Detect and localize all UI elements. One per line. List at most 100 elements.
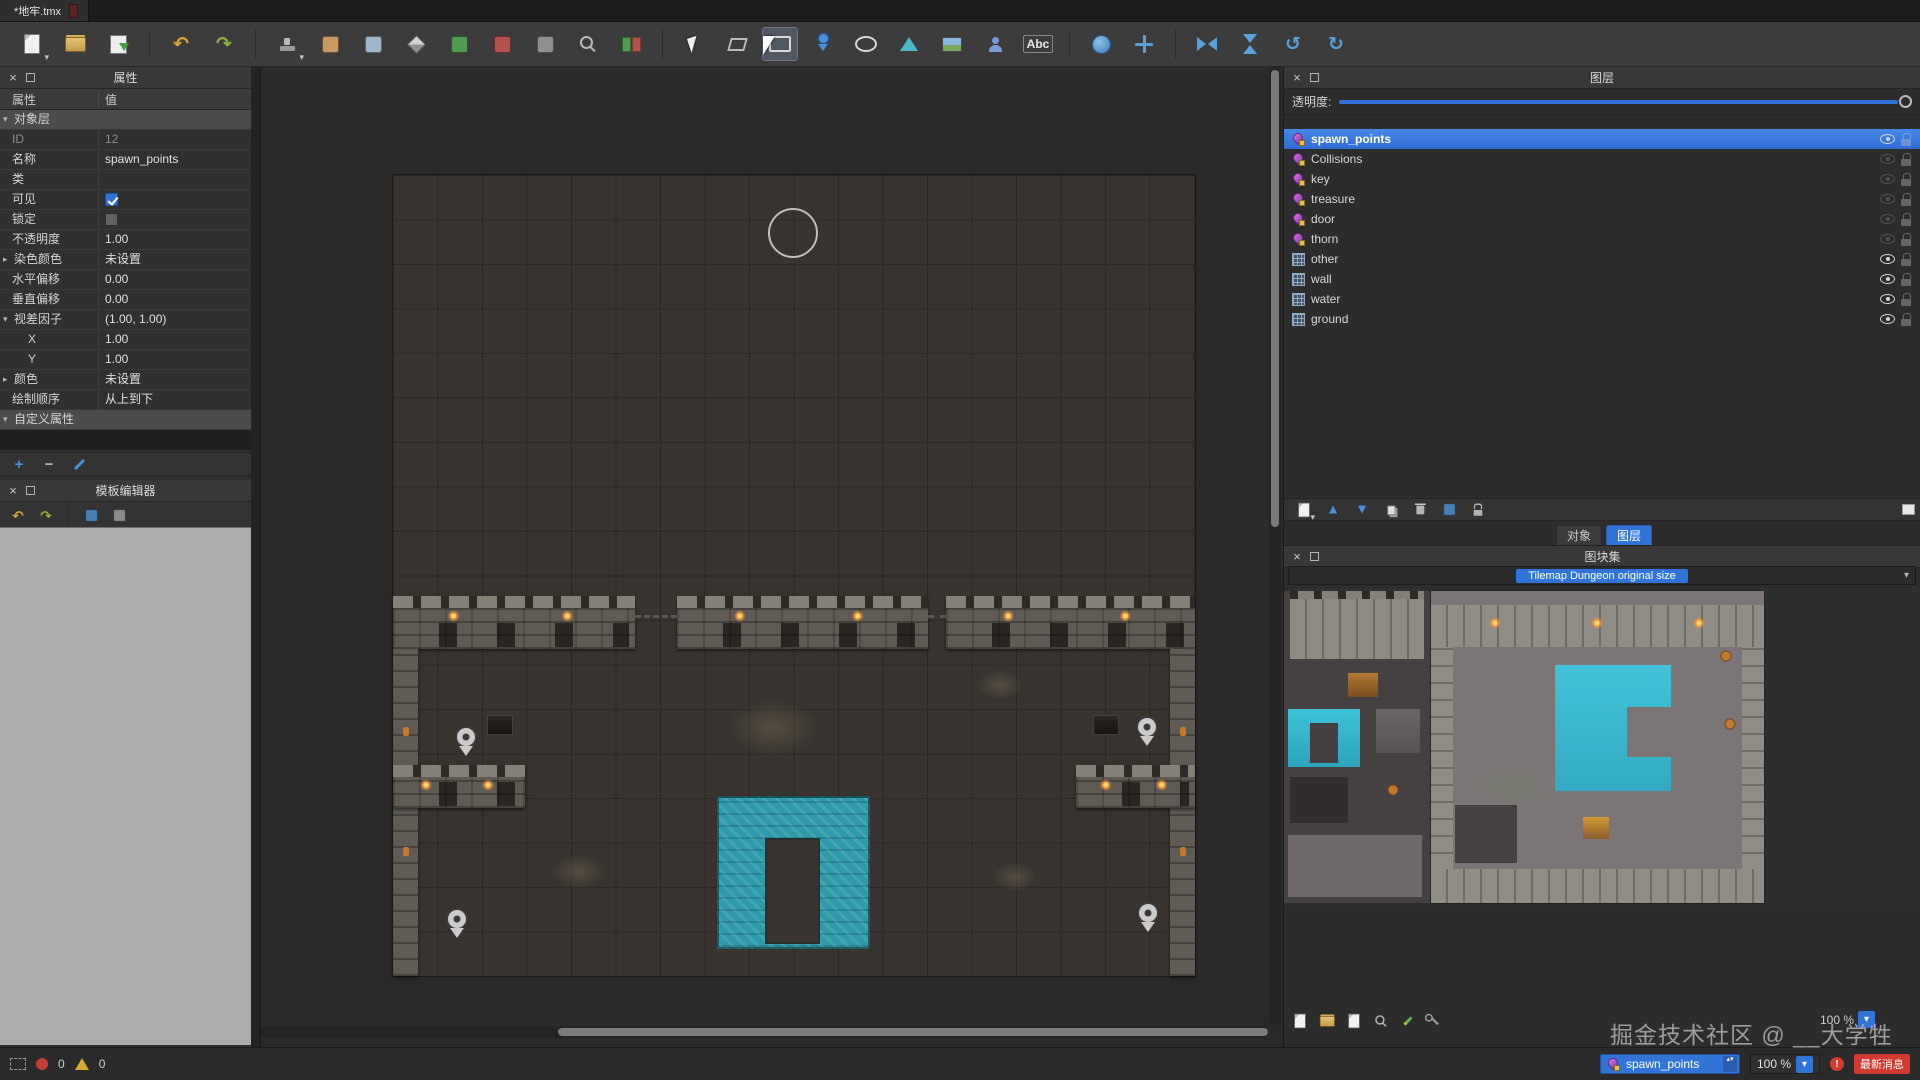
layer-row-treasure[interactable]: treasure bbox=[1284, 189, 1920, 209]
checkbox-checked[interactable] bbox=[105, 193, 118, 206]
expander-icon[interactable]: ▸ bbox=[3, 250, 14, 269]
float-panel-icon[interactable] bbox=[1310, 73, 1319, 82]
insert-template-tool[interactable] bbox=[977, 27, 1013, 61]
visibility-eye-icon[interactable] bbox=[1880, 314, 1895, 324]
insert-point-tool[interactable] bbox=[805, 27, 841, 61]
rotate-left-button[interactable]: ↺ bbox=[1275, 27, 1311, 61]
lock-icon[interactable] bbox=[1901, 153, 1911, 166]
tileset-preview-image-right[interactable] bbox=[1431, 591, 1764, 903]
terrain-fill-tool[interactable] bbox=[613, 27, 649, 61]
visibility-eye-icon[interactable] bbox=[1880, 214, 1895, 224]
opacity-slider-knob[interactable] bbox=[1899, 95, 1912, 108]
edit-polygons-tool[interactable] bbox=[719, 27, 755, 61]
float-panel-icon[interactable] bbox=[1310, 552, 1319, 561]
flip-horizontal-button[interactable] bbox=[1189, 27, 1225, 61]
bucket-fill-tool[interactable] bbox=[355, 27, 391, 61]
float-panel-icon[interactable] bbox=[26, 73, 35, 82]
tileset-select[interactable]: Tilemap Dungeon original size ▾ bbox=[1288, 566, 1916, 585]
property-value[interactable]: (1.00, 1.00) bbox=[99, 310, 251, 329]
lock-icon[interactable] bbox=[1901, 133, 1911, 146]
spawn-point-marker[interactable] bbox=[446, 908, 468, 930]
canvas-zoom-control[interactable]: 100 % ▾ bbox=[1750, 1054, 1820, 1074]
add-layer-button[interactable]: ▾ bbox=[1292, 499, 1316, 521]
ellipse-object[interactable] bbox=[768, 208, 818, 258]
remove-layer-button[interactable] bbox=[1408, 499, 1432, 521]
expander-icon[interactable]: ▸ bbox=[3, 370, 14, 389]
shape-fill-tool[interactable] bbox=[398, 27, 434, 61]
lower-layer-button[interactable]: ▼ bbox=[1350, 499, 1374, 521]
layer-row-ground[interactable]: ground bbox=[1284, 309, 1920, 329]
property-row[interactable]: ▾自定义属性 bbox=[0, 410, 251, 430]
expander-icon[interactable]: ▾ bbox=[3, 410, 14, 429]
select-same-tile-tool[interactable] bbox=[570, 27, 606, 61]
spawn-point-marker[interactable] bbox=[1137, 902, 1159, 924]
close-panel-icon[interactable]: × bbox=[6, 71, 20, 85]
visibility-eye-icon[interactable] bbox=[1880, 254, 1895, 264]
spawn-point-marker[interactable] bbox=[1136, 716, 1158, 738]
visibility-eye-icon[interactable] bbox=[1880, 274, 1895, 284]
highlight-layer-button[interactable] bbox=[1437, 499, 1461, 521]
eraser-tool[interactable] bbox=[441, 27, 477, 61]
tileset-properties-button[interactable] bbox=[1423, 1010, 1447, 1032]
tab-close-button[interactable] bbox=[69, 4, 78, 18]
template-redo-button[interactable]: ↷ bbox=[34, 505, 58, 527]
property-value[interactable]: 1.00 bbox=[99, 350, 251, 369]
opacity-slider[interactable] bbox=[1339, 94, 1912, 110]
magic-wand-tool[interactable] bbox=[527, 27, 563, 61]
lock-icon[interactable] bbox=[1901, 173, 1911, 186]
pan-view-tool[interactable] bbox=[1126, 27, 1162, 61]
property-value[interactable]: 从上到下 bbox=[99, 390, 251, 409]
edit-property-button[interactable] bbox=[66, 454, 92, 474]
property-value[interactable] bbox=[99, 170, 251, 189]
select-objects-tool[interactable] bbox=[676, 27, 712, 61]
float-panel-icon[interactable] bbox=[26, 486, 35, 495]
layer-row-water[interactable]: water bbox=[1284, 289, 1920, 309]
visibility-eye-icon[interactable] bbox=[1880, 234, 1895, 244]
layer-row-other[interactable]: other bbox=[1284, 249, 1920, 269]
lock-layer-button[interactable] bbox=[1466, 499, 1490, 521]
map-canvas[interactable] bbox=[260, 67, 1283, 1047]
template-objects-button[interactable] bbox=[107, 505, 131, 527]
dock-tab-layers[interactable]: 图层 bbox=[1606, 525, 1652, 545]
news-badge[interactable]: 最新消息 bbox=[1854, 1054, 1910, 1074]
layer-row-collisions[interactable]: Collisions bbox=[1284, 149, 1920, 169]
expander-icon[interactable]: ▾ bbox=[3, 310, 14, 329]
layer-select-stepper[interactable]: ▴▾ bbox=[1723, 1056, 1737, 1072]
map-view[interactable] bbox=[393, 175, 1195, 976]
property-value[interactable]: 未设置 bbox=[99, 370, 251, 389]
layer-row-thorn[interactable]: thorn bbox=[1284, 229, 1920, 249]
close-panel-icon[interactable]: × bbox=[1290, 550, 1304, 564]
dock-tab-objects[interactable]: 对象 bbox=[1556, 525, 1602, 545]
rotate-right-button[interactable]: ↻ bbox=[1318, 27, 1354, 61]
visibility-eye-icon[interactable] bbox=[1880, 154, 1895, 164]
property-value[interactable]: 1.00 bbox=[99, 230, 251, 249]
world-tool[interactable] bbox=[1083, 27, 1119, 61]
duplicate-layer-button[interactable] bbox=[1379, 499, 1403, 521]
open-tileset-button[interactable] bbox=[1315, 1010, 1339, 1032]
property-value[interactable]: 12 bbox=[99, 130, 251, 149]
tileset-preview-image-left[interactable] bbox=[1284, 591, 1431, 903]
save-file-button[interactable] bbox=[100, 27, 136, 61]
property-value[interactable]: 1.00 bbox=[99, 330, 251, 349]
zoom-tileset-button[interactable] bbox=[1369, 1010, 1393, 1032]
canvas-horizontal-scrollbar[interactable] bbox=[261, 1026, 1269, 1038]
scrollbar-thumb[interactable] bbox=[558, 1028, 1268, 1036]
template-editor-view[interactable] bbox=[0, 527, 251, 1045]
panel-menu-button[interactable] bbox=[1902, 504, 1915, 515]
flip-vertical-button[interactable] bbox=[1232, 27, 1268, 61]
lock-icon[interactable] bbox=[1901, 253, 1911, 266]
insert-ellipse-tool[interactable] bbox=[848, 27, 884, 61]
visibility-eye-icon[interactable] bbox=[1880, 134, 1895, 144]
template-grid-button[interactable] bbox=[79, 505, 103, 527]
close-panel-icon[interactable]: × bbox=[1290, 71, 1304, 85]
edit-tileset-button[interactable] bbox=[1396, 1010, 1420, 1032]
insert-text-tool[interactable]: Abc bbox=[1020, 27, 1056, 61]
lock-icon[interactable] bbox=[1901, 273, 1911, 286]
checkbox-unchecked[interactable] bbox=[105, 213, 118, 226]
lock-icon[interactable] bbox=[1901, 293, 1911, 306]
canvas-vertical-scrollbar[interactable] bbox=[1269, 67, 1281, 1025]
property-row[interactable]: ▾对象层 bbox=[0, 110, 251, 130]
insert-polygon-tool[interactable] bbox=[891, 27, 927, 61]
tileset-zoom-dropdown-button[interactable]: ▾ bbox=[1858, 1011, 1875, 1028]
lock-icon[interactable] bbox=[1901, 313, 1911, 326]
